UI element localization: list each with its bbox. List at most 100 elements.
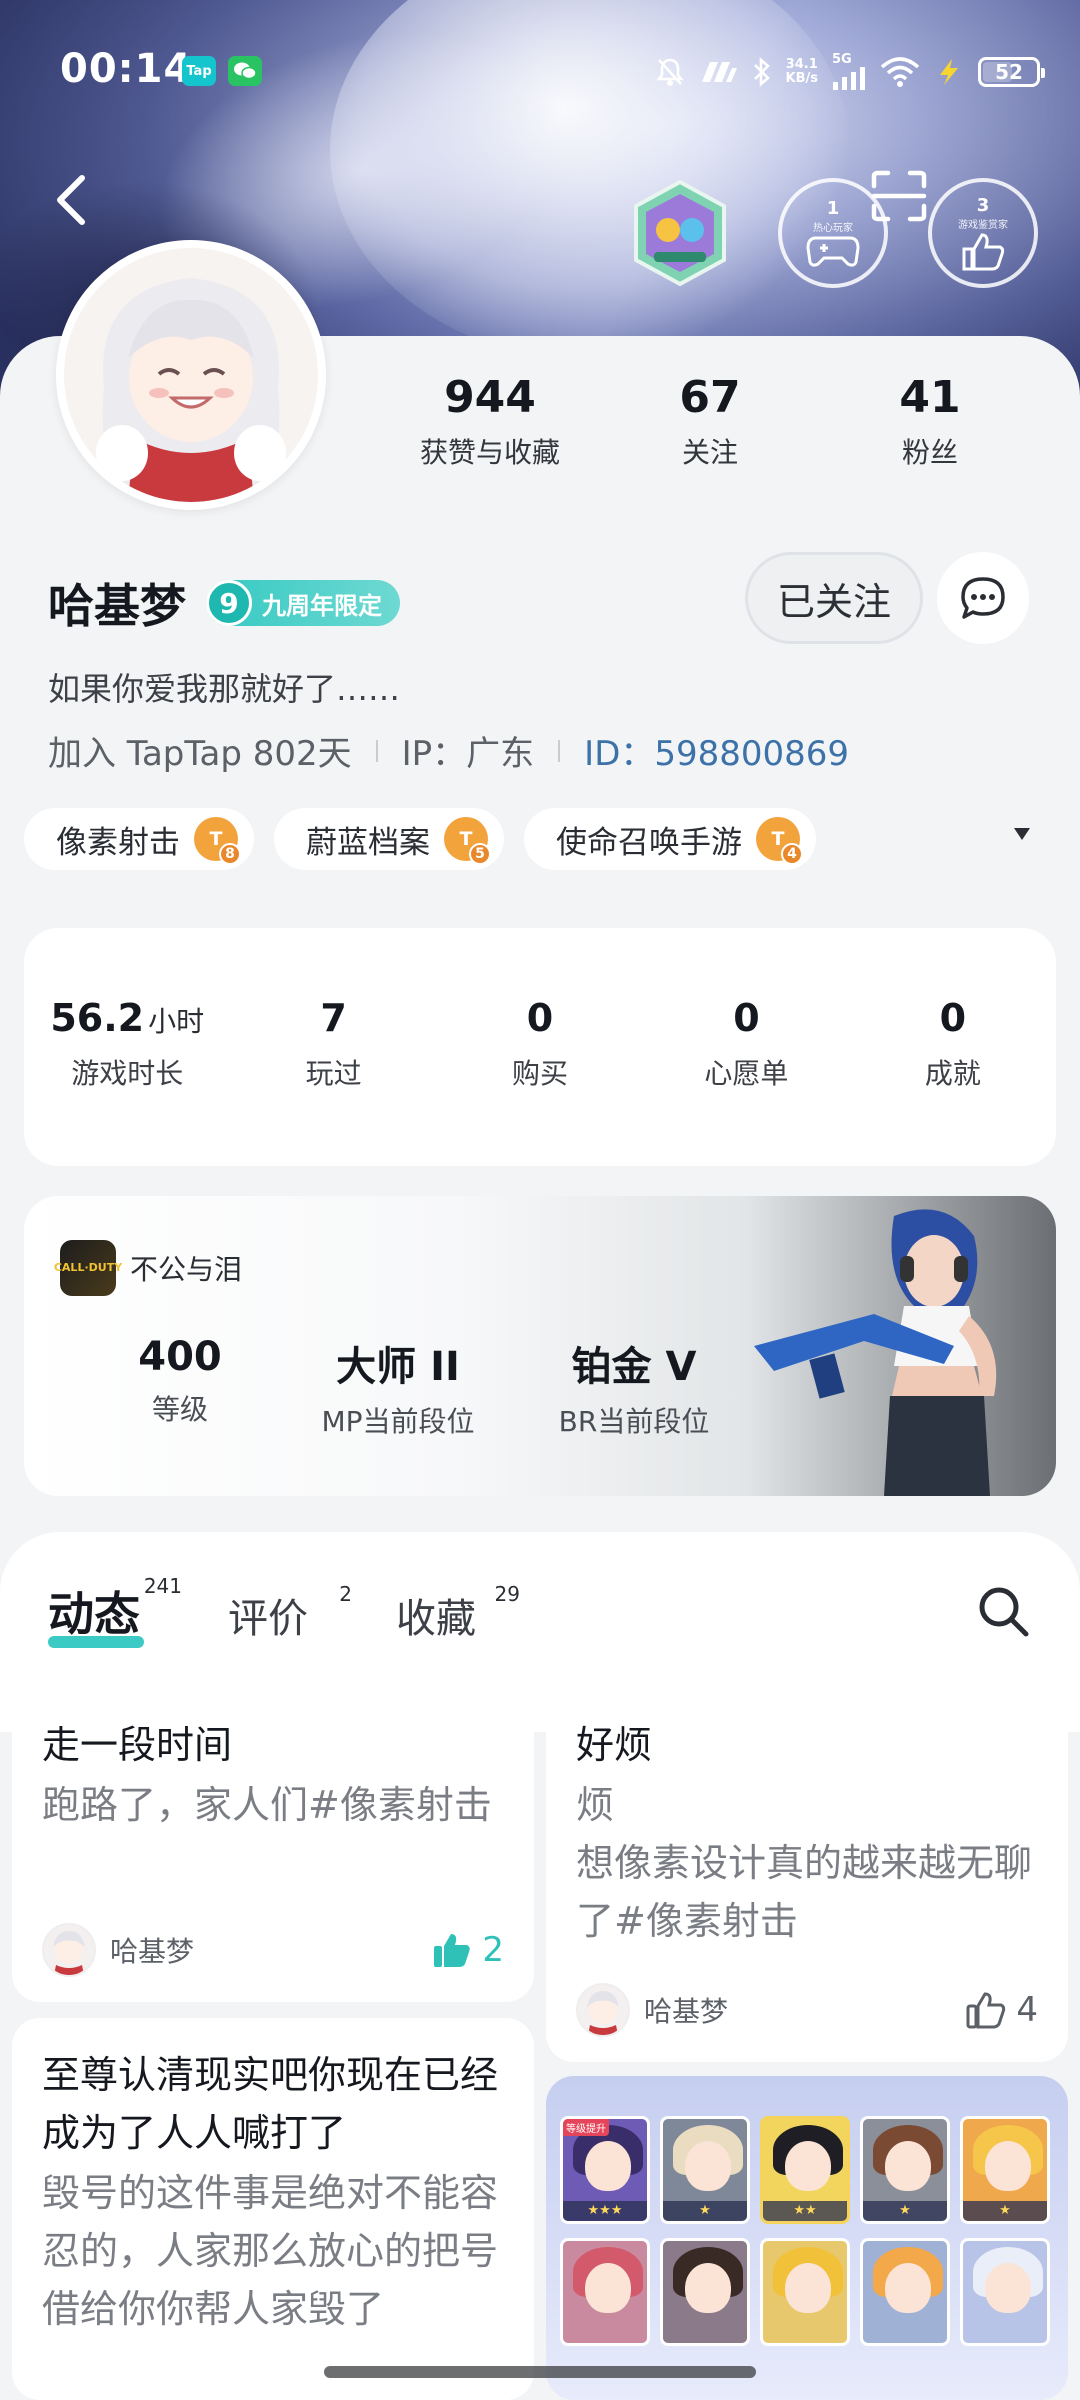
back-arrow-icon <box>57 175 85 225</box>
gamepad-icon <box>806 236 860 267</box>
game-record-card[interactable]: CALL·DUTY 不公与泪 400 等级 大师 II MP当前段位 铂金 V … <box>24 1196 1056 1496</box>
like-button[interactable]: 2 <box>432 1930 504 1970</box>
game-tag-label: 像素射击 <box>56 824 180 861</box>
game-record-header: CALL·DUTY 不公与泪 <box>54 1240 242 1296</box>
character-card <box>560 2238 650 2346</box>
post-title: 至尊认清现实吧你现在已经成为了人人喊打了 <box>42 2053 499 2155</box>
anniversary-medal-icon[interactable] <box>630 178 730 288</box>
post-card[interactable]: 至尊认清现实吧你现在已经成为了人人喊打了 毁号的这件事是绝对不能容忍的，人家那么… <box>12 2018 534 2400</box>
tags-expand-icon[interactable] <box>1014 828 1030 840</box>
user-avatar[interactable] <box>56 240 326 510</box>
post-author[interactable]: 哈基梦 <box>110 1930 432 1970</box>
post-title: 好烦 <box>576 1723 653 1767</box>
battery-level: 52 <box>995 60 1023 84</box>
purchased-label: 购买 <box>512 1057 569 1090</box>
tab-favorites[interactable]: 收藏 29 <box>396 1582 520 1644</box>
game-level-label: 等级 <box>151 1393 208 1426</box>
character-card <box>760 2238 850 2346</box>
game-tag[interactable]: 使命召唤手游 T4 <box>524 808 816 870</box>
player-badge-2-label: 游戏鉴赏家 <box>958 220 1008 231</box>
post-footer: 哈基梦 2 <box>42 1922 504 1978</box>
user-bio: 如果你爱我那就好了…… <box>48 670 401 708</box>
mp-rank-value: 大师 II <box>336 1344 460 1390</box>
game-tag-label: 使命召唤手游 <box>556 824 742 861</box>
scan-icon <box>871 170 927 222</box>
cellular-signal: 5G <box>832 53 866 90</box>
message-button[interactable] <box>937 552 1029 644</box>
profile-stats: 944 获赞与收藏 67 关注 41 粉丝 <box>380 372 1040 471</box>
player-badge-2[interactable]: 3 游戏鉴赏家 <box>928 178 1038 288</box>
wifi-icon <box>880 57 920 87</box>
meta-divider <box>375 739 378 762</box>
charging-icon <box>934 57 964 87</box>
stat-play-time[interactable]: 56.2 小时 游戏时长 <box>24 996 230 1166</box>
tag-level-number: 5 <box>469 843 491 865</box>
character-card: ★★★ 等级提升 <box>560 2116 650 2224</box>
thumbs-up-filled-icon <box>434 1934 471 1967</box>
game-stats-card: 56.2 小时 游戏时长 7 玩过 0 购买 0 心愿单 0 成就 <box>24 928 1056 1166</box>
post-body: 毁号的这件事是绝对不能容忍的，人家那么放心的把号借给你你帮人家毁了 <box>42 2171 499 2331</box>
post-footer: 哈基梦 4 <box>576 1982 1038 2038</box>
author-avatar[interactable] <box>42 1923 96 1977</box>
player-badge-1-number: 1 <box>826 198 840 219</box>
network-speed: 34.1 KB/s <box>786 58 818 86</box>
chat-bubble-icon <box>961 577 1005 619</box>
like-count: 4 <box>1016 1990 1038 2030</box>
back-button[interactable] <box>48 170 98 230</box>
tag-level-icon: T8 <box>194 817 241 865</box>
stat-likes-value: 944 <box>444 372 536 423</box>
tab-reviews-count: 2 <box>339 1582 352 1606</box>
wishlist-value: 0 <box>733 996 760 1040</box>
character-card: ★ <box>960 2116 1050 2224</box>
stat-following[interactable]: 67 关注 <box>600 372 820 471</box>
stat-following-label: 关注 <box>681 436 738 469</box>
game-tags: 像素射击 T8 蔚蓝档案 T5 使命召唤手游 T4 <box>24 808 816 870</box>
player-badge-1-label: 热心玩家 <box>813 223 853 234</box>
tag-level-icon: T4 <box>756 817 803 865</box>
stat-purchased[interactable]: 0 购买 <box>437 996 643 1166</box>
br-rank-value: 铂金 V <box>571 1344 697 1390</box>
content-tabs: 动态 241 评价 2 收藏 29 <box>48 1574 564 1644</box>
stat-wishlist[interactable]: 0 心愿单 <box>643 996 849 1166</box>
play-time-unit: 小时 <box>148 1005 205 1038</box>
post-image-card[interactable]: ★★★ 等级提升 ★ ★★ ★ ★ <box>546 2076 1068 2400</box>
stat-following-value: 67 <box>679 372 741 423</box>
thumbs-up-icon <box>962 233 1005 271</box>
character-card: ★ <box>860 2116 950 2224</box>
play-time-value: 56.2 <box>50 996 145 1040</box>
achievements-value: 0 <box>939 996 967 1040</box>
network-speed-unit: KB/s <box>785 71 818 86</box>
stat-played[interactable]: 7 玩过 <box>230 996 436 1166</box>
battery-indicator: 52 <box>978 57 1045 87</box>
post-body: 跑路了，家人们#像素射击 <box>42 1783 492 1827</box>
post-title: 走一段时间 <box>42 1723 233 1767</box>
like-button[interactable]: 4 <box>966 1990 1038 2030</box>
tab-posts[interactable]: 动态 241 <box>48 1574 182 1644</box>
stat-followers[interactable]: 41 粉丝 <box>820 372 1040 471</box>
character-card-label: 等级提升 <box>563 2119 609 2136</box>
stat-achievements[interactable]: 0 成就 <box>850 996 1056 1166</box>
character-card: ★ <box>660 2116 750 2224</box>
purchased-value: 0 <box>526 996 554 1040</box>
author-avatar[interactable] <box>576 1983 630 2037</box>
mp-rank-label: MP当前段位 <box>321 1405 475 1438</box>
tab-posts-label: 动态 <box>48 1587 140 1641</box>
game-tag[interactable]: 蔚蓝档案 T5 <box>274 808 504 870</box>
post-card[interactable]: 好烦 烦 想像素设计真的越来越无聊了#像素射击 哈基梦 4 <box>546 1688 1068 2062</box>
played-label: 玩过 <box>305 1057 362 1090</box>
anniversary-badge[interactable]: 9 九周年限定 <box>206 580 400 626</box>
post-card[interactable]: 走一段时间 跑路了，家人们#像素射击 哈基梦 2 <box>12 1688 534 2002</box>
stat-likes[interactable]: 944 获赞与收藏 <box>380 372 600 471</box>
character-card <box>660 2238 750 2346</box>
search-button[interactable] <box>976 1584 1030 1638</box>
tag-level-number: 8 <box>219 843 241 865</box>
follow-button[interactable]: 已关注 <box>745 552 923 644</box>
tab-reviews[interactable]: 评价 2 <box>228 1582 352 1644</box>
meta-divider <box>558 739 561 762</box>
home-indicator[interactable] <box>324 2366 756 2378</box>
scan-button[interactable] <box>870 170 928 222</box>
game-tag[interactable]: 像素射击 T8 <box>24 808 254 870</box>
post-body: 烦 想像素设计真的越来越无聊了#像素射击 <box>576 1783 1033 1943</box>
post-author[interactable]: 哈基梦 <box>644 1990 966 2030</box>
user-id[interactable]: ID：598800869 <box>584 726 849 775</box>
